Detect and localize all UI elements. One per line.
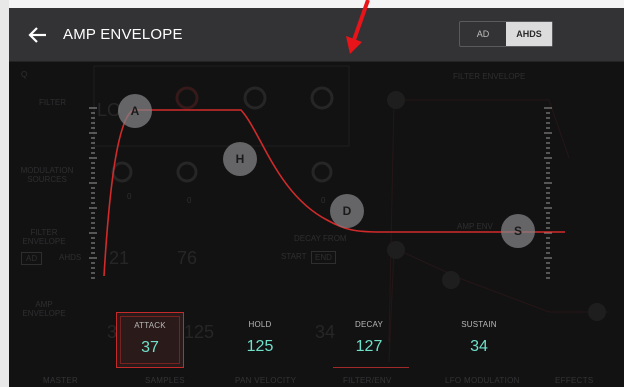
top-bezel (0, 0, 624, 8)
decay-node[interactable]: D (330, 194, 364, 228)
decay-param[interactable]: DECAY 127 (334, 312, 404, 366)
attack-value: 37 (141, 339, 159, 356)
back-arrow-icon[interactable] (27, 24, 49, 46)
hold-label: HOLD (248, 320, 272, 329)
mode-ahds-button[interactable]: AHDS (506, 22, 552, 46)
sustain-node[interactable]: S (501, 214, 535, 248)
decay-value: 127 (355, 338, 383, 355)
envelope-curve (103, 109, 565, 277)
left-bezel (0, 0, 9, 387)
attack-param[interactable]: ATTACK 37 (116, 312, 184, 368)
app-window: AMP ENVELOPE AD AHDS Q FILTER LO MODULAT… (0, 0, 624, 387)
envelope-editor: Q FILTER LO MODULATION SOURCES FILTER EN… (9, 62, 624, 387)
hold-param[interactable]: HOLD 125 (225, 312, 295, 366)
header-bar: AMP ENVELOPE AD AHDS (9, 8, 624, 62)
hold-node[interactable]: H (223, 142, 257, 176)
left-ruler (89, 107, 97, 279)
annotation-arrow-icon (346, 0, 370, 54)
sustain-value: 34 (470, 338, 488, 355)
envelope-mode-toggle: AD AHDS (459, 21, 553, 47)
page-title: AMP ENVELOPE (63, 26, 183, 43)
sustain-param[interactable]: SUSTAIN 34 (444, 312, 514, 366)
hold-value: 125 (246, 338, 274, 355)
mode-ad-button[interactable]: AD (460, 22, 506, 46)
attack-node[interactable]: A (118, 94, 152, 128)
decay-underline (333, 367, 409, 368)
right-ruler (544, 107, 552, 279)
decay-label: DECAY (355, 320, 383, 329)
attack-label: ATTACK (134, 321, 166, 330)
sustain-label: SUSTAIN (461, 320, 497, 329)
